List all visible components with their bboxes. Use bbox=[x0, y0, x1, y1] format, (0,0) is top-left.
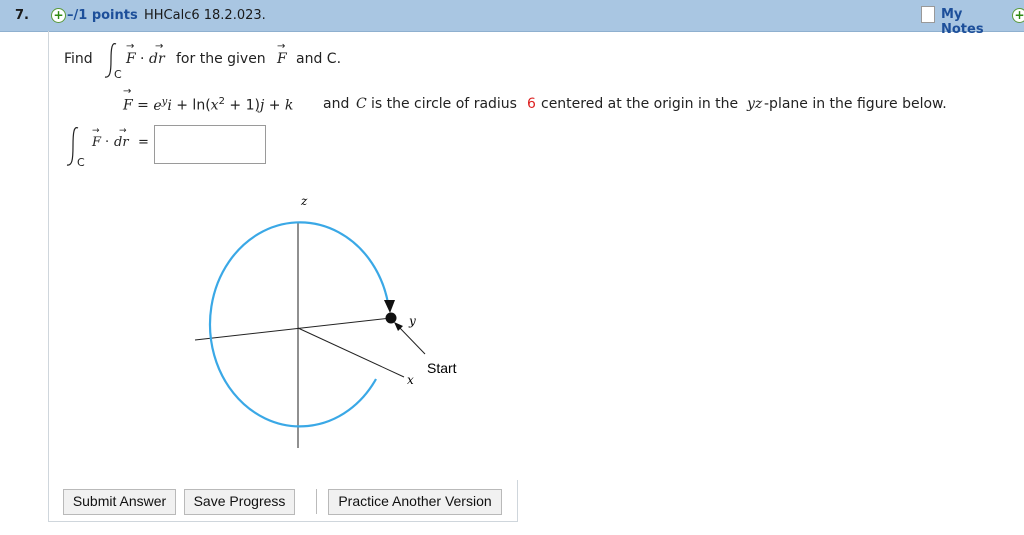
and-c-text: and C. bbox=[296, 51, 342, 67]
radius-value: 6 bbox=[527, 96, 536, 112]
add-note-icon[interactable]: + bbox=[1012, 8, 1024, 23]
button-separator bbox=[316, 489, 317, 514]
circle-text-3: -plane in the figure below. bbox=[764, 96, 947, 112]
y-axis bbox=[194, 317, 392, 341]
x-label: x bbox=[407, 373, 414, 387]
vector-arrow-icon: → bbox=[92, 126, 100, 136]
content-bottom-border bbox=[48, 521, 518, 522]
question-number: 7. bbox=[15, 8, 29, 23]
x-axis bbox=[297, 327, 405, 378]
direction-arrow-icon bbox=[384, 300, 395, 313]
answer-input[interactable] bbox=[154, 125, 266, 164]
start-pointer-line bbox=[397, 325, 426, 355]
circle-curve bbox=[208, 221, 390, 428]
practice-another-version-button[interactable]: Practice Another Version bbox=[328, 489, 502, 515]
note-icon bbox=[921, 6, 935, 23]
my-notes-label: My Notes bbox=[941, 7, 984, 37]
for-given-text: for the given bbox=[176, 51, 266, 67]
question-header: 7. + –/1 points HHCalc6 18.2.023. My Not… bbox=[0, 0, 1024, 37]
start-label: Start bbox=[427, 360, 457, 376]
dr-vector: dr bbox=[149, 51, 165, 67]
dot-operator: · bbox=[140, 51, 145, 67]
equals-sign: = bbox=[138, 135, 149, 150]
question-code: HHCalc6 18.2.023. bbox=[144, 8, 266, 23]
field-definition: F = eyi + ln(x2 + 1)j + k bbox=[123, 96, 294, 114]
vector-arrow-icon: → bbox=[119, 126, 127, 136]
plane-name: yz bbox=[747, 96, 763, 112]
expand-icon[interactable]: + bbox=[51, 8, 66, 23]
circle-text-2: centered at the origin in the bbox=[541, 96, 739, 112]
z-label: z bbox=[300, 194, 308, 208]
curve-C: C bbox=[356, 96, 367, 112]
vector-arrow-icon: → bbox=[277, 41, 286, 52]
field-and-text: and bbox=[323, 96, 350, 112]
find-text: Find bbox=[64, 51, 93, 67]
vector-arrow-icon: → bbox=[155, 41, 164, 52]
dot-operator: · bbox=[105, 135, 110, 150]
start-point bbox=[385, 312, 397, 324]
F-vector: F bbox=[92, 135, 102, 150]
F-vector: F bbox=[277, 51, 287, 67]
content-divider bbox=[517, 480, 518, 522]
dr-vector: dr bbox=[114, 135, 129, 150]
answer-integral-subscript: C bbox=[77, 156, 85, 169]
circle-figure: z y x Start bbox=[194, 194, 457, 448]
save-progress-button[interactable]: Save Progress bbox=[184, 489, 295, 515]
points-label: –/1 points bbox=[67, 8, 138, 23]
vector-arrow-icon: → bbox=[126, 41, 135, 52]
integral-subscript: C bbox=[114, 68, 122, 81]
vector-arrow-icon: → bbox=[123, 86, 132, 97]
circle-text-1: is the circle of radius bbox=[371, 96, 517, 112]
F-vector: F bbox=[126, 51, 136, 67]
my-notes-button[interactable]: My Notes bbox=[921, 4, 1007, 37]
y-label: y bbox=[408, 314, 416, 328]
submit-answer-button[interactable]: Submit Answer bbox=[63, 489, 176, 515]
